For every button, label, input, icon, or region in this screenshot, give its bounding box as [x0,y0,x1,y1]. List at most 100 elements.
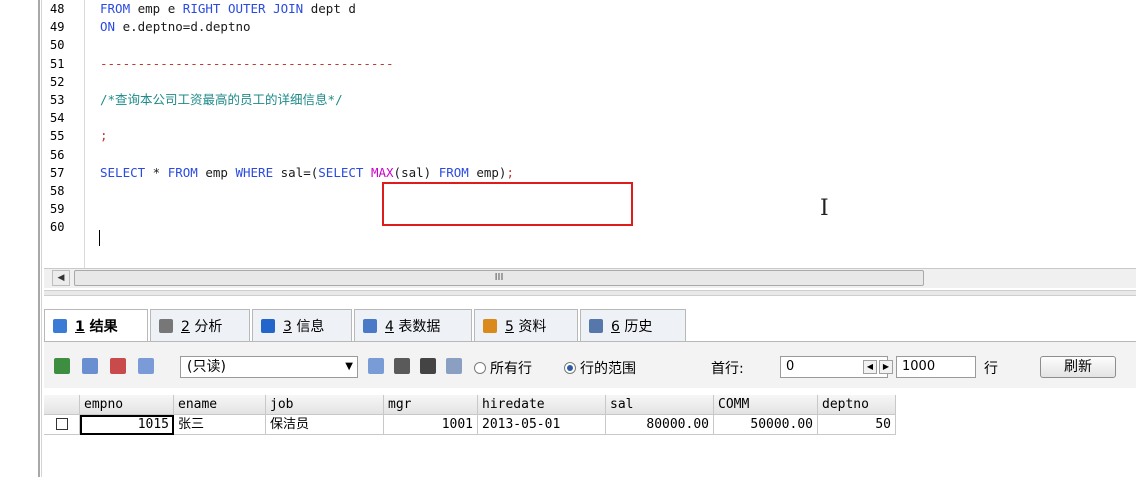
radio-all-rows[interactable]: 所有行 [474,358,532,378]
table-data-icon [363,318,377,333]
column-header-mgr[interactable]: mgr [384,395,478,415]
column-header-job[interactable]: job [266,395,384,415]
column-header-hiredate[interactable]: hiredate [478,395,606,415]
code-token: emp e [130,1,183,16]
row-unit-label: 行 [984,361,998,377]
tab-label: 信息 [296,318,325,335]
window-frame-inner [41,0,42,477]
tab-label: 结果 [89,318,118,335]
code-token: /*查询本公司工资最高的员工的详细信息*/ [100,92,343,107]
save-icon[interactable] [394,358,410,374]
cell-ename[interactable]: 张三 [174,415,266,435]
info-icon [261,318,275,333]
line-number: 55 [50,129,65,144]
copy-rows-icon[interactable] [82,358,98,374]
column-header-sal[interactable]: sal [606,395,714,415]
next-page-icon[interactable]: ▶ [879,360,893,374]
cell-job[interactable]: 保洁员 [266,415,384,435]
tab-历史[interactable]: 6 历史 [580,309,686,341]
first-row-label: 首行: [711,361,744,377]
code-line[interactable]: FROM emp e RIGHT OUTER JOIN dept d [100,0,356,18]
code-token: sal=( [273,164,319,180]
scroll-left-arrow-icon[interactable]: ◀ [52,270,70,286]
row-checkbox-cell[interactable] [44,415,80,435]
code-line[interactable]: SELECT * FROM emp WHERE sal=(SELECT MAX(… [100,164,514,182]
code-token: FROM [167,164,198,180]
window-frame [38,0,40,477]
code-token: (sal) [393,164,439,180]
code-token: MAX [370,164,394,180]
result-grid-icon [53,318,67,333]
import-icon[interactable] [110,358,126,374]
line-number: 56 [50,147,65,162]
result-tabs: 1 结果 2 分析 3 信息 4 表数据 5 资料 6 历史 [44,309,1136,341]
tab-结果[interactable]: 1 结果 [44,309,148,341]
line-number: 48 [50,2,65,16]
code-token: RIGHT OUTER JOIN [182,1,304,16]
column-header-deptno[interactable]: deptno [818,395,896,415]
view-mode-icon[interactable] [138,358,154,374]
prev-page-icon[interactable]: ◀ [863,360,877,374]
sql-editor[interactable]: 48 49 50 51 52 53 54 55 56 57 58 59 60 FROM emp e RI… [44,0,1136,268]
profiler-icon [159,318,173,333]
line-number: 50 [50,38,65,53]
row-count-input[interactable]: 1000 [896,356,976,378]
scroll-thumb[interactable]: III [74,270,924,286]
line-number-gutter: 48 49 50 51 52 53 54 55 56 57 58 59 60 [44,0,85,268]
tab-shortcut-number: 3 [283,318,292,335]
cell-hiredate[interactable]: 2013-05-01 [478,415,606,435]
code-line[interactable]: ON e.deptno=d.deptno [100,18,251,36]
code-line[interactable]: --------------------------------------- [100,55,394,73]
tab-信息[interactable]: 3 信息 [252,309,352,341]
cell-empno[interactable]: 1015 [80,415,174,435]
select-value: (只读) [187,359,226,375]
column-header-ename[interactable]: ename [174,395,266,415]
line-number: 58 [50,184,65,198]
readonly-mode-select[interactable]: (只读) ▼ [180,356,358,378]
radio-row-range[interactable]: 行的范围 [564,358,636,378]
cell-COMM[interactable]: 50000.00 [714,415,818,435]
tab-label: 资料 [518,318,547,335]
insert-row-icon[interactable] [368,358,384,374]
row-checkbox[interactable] [55,418,68,430]
line-number: 53 [50,93,65,107]
tab-shortcut-number: 5 [505,318,514,335]
code-token: SELECT [318,164,364,180]
cell-sal[interactable]: 80000.00 [606,415,714,435]
tab-label: 表数据 [398,318,441,335]
code-line[interactable]: ; [100,127,108,145]
result-toolbar: (只读) ▼ 所有行 行的范围 首行: 0 ◀ ▶ 1000 行 刷新 [44,341,1136,388]
code-token: ; [506,164,514,180]
tab-shortcut-number: 2 [181,318,190,335]
tab-shortcut-number: 1 [75,318,85,335]
tab-label: 分析 [194,318,223,335]
text-caret [99,230,100,246]
delete-icon[interactable] [420,358,436,374]
tab-表数据[interactable]: 4 表数据 [354,309,472,341]
column-header-empno[interactable]: empno [80,395,174,415]
table-row[interactable]: 1015 张三 保洁员 1001 2013-05-01 80000.00 50000.00 5… [44,415,896,435]
line-number: 51 [50,56,65,71]
line-number: 60 [50,220,65,235]
subquery-highlight-box [382,182,633,226]
tab-资料[interactable]: 5 资料 [474,309,578,341]
line-number: 49 [50,20,65,35]
refresh-button[interactable]: 刷新 [1040,356,1116,378]
editor-horizontal-scrollbar[interactable]: ◀ III [44,268,1136,288]
cell-mgr[interactable]: 1001 [384,415,478,435]
code-line[interactable]: /*查询本公司工资最高的员工的详细信息*/ [100,91,343,109]
grid-corner [44,395,80,415]
code-token: emp [197,164,236,180]
cell-deptno[interactable]: 50 [818,415,896,435]
calendar-icon [589,318,603,333]
column-header-COMM[interactable]: COMM [714,395,818,415]
panel-splitter[interactable] [44,290,1136,296]
tab-shortcut-number: 4 [385,318,394,335]
tab-分析[interactable]: 2 分析 [150,309,250,341]
discard-changes-icon[interactable] [446,358,462,374]
export-icon[interactable] [54,358,70,374]
code-token: e.deptno=d.deptno [115,19,251,35]
tab-label: 历史 [624,318,653,335]
result-grid[interactable]: empno ename job mgr hiredate sal COMM deptno 101… [44,395,1136,477]
